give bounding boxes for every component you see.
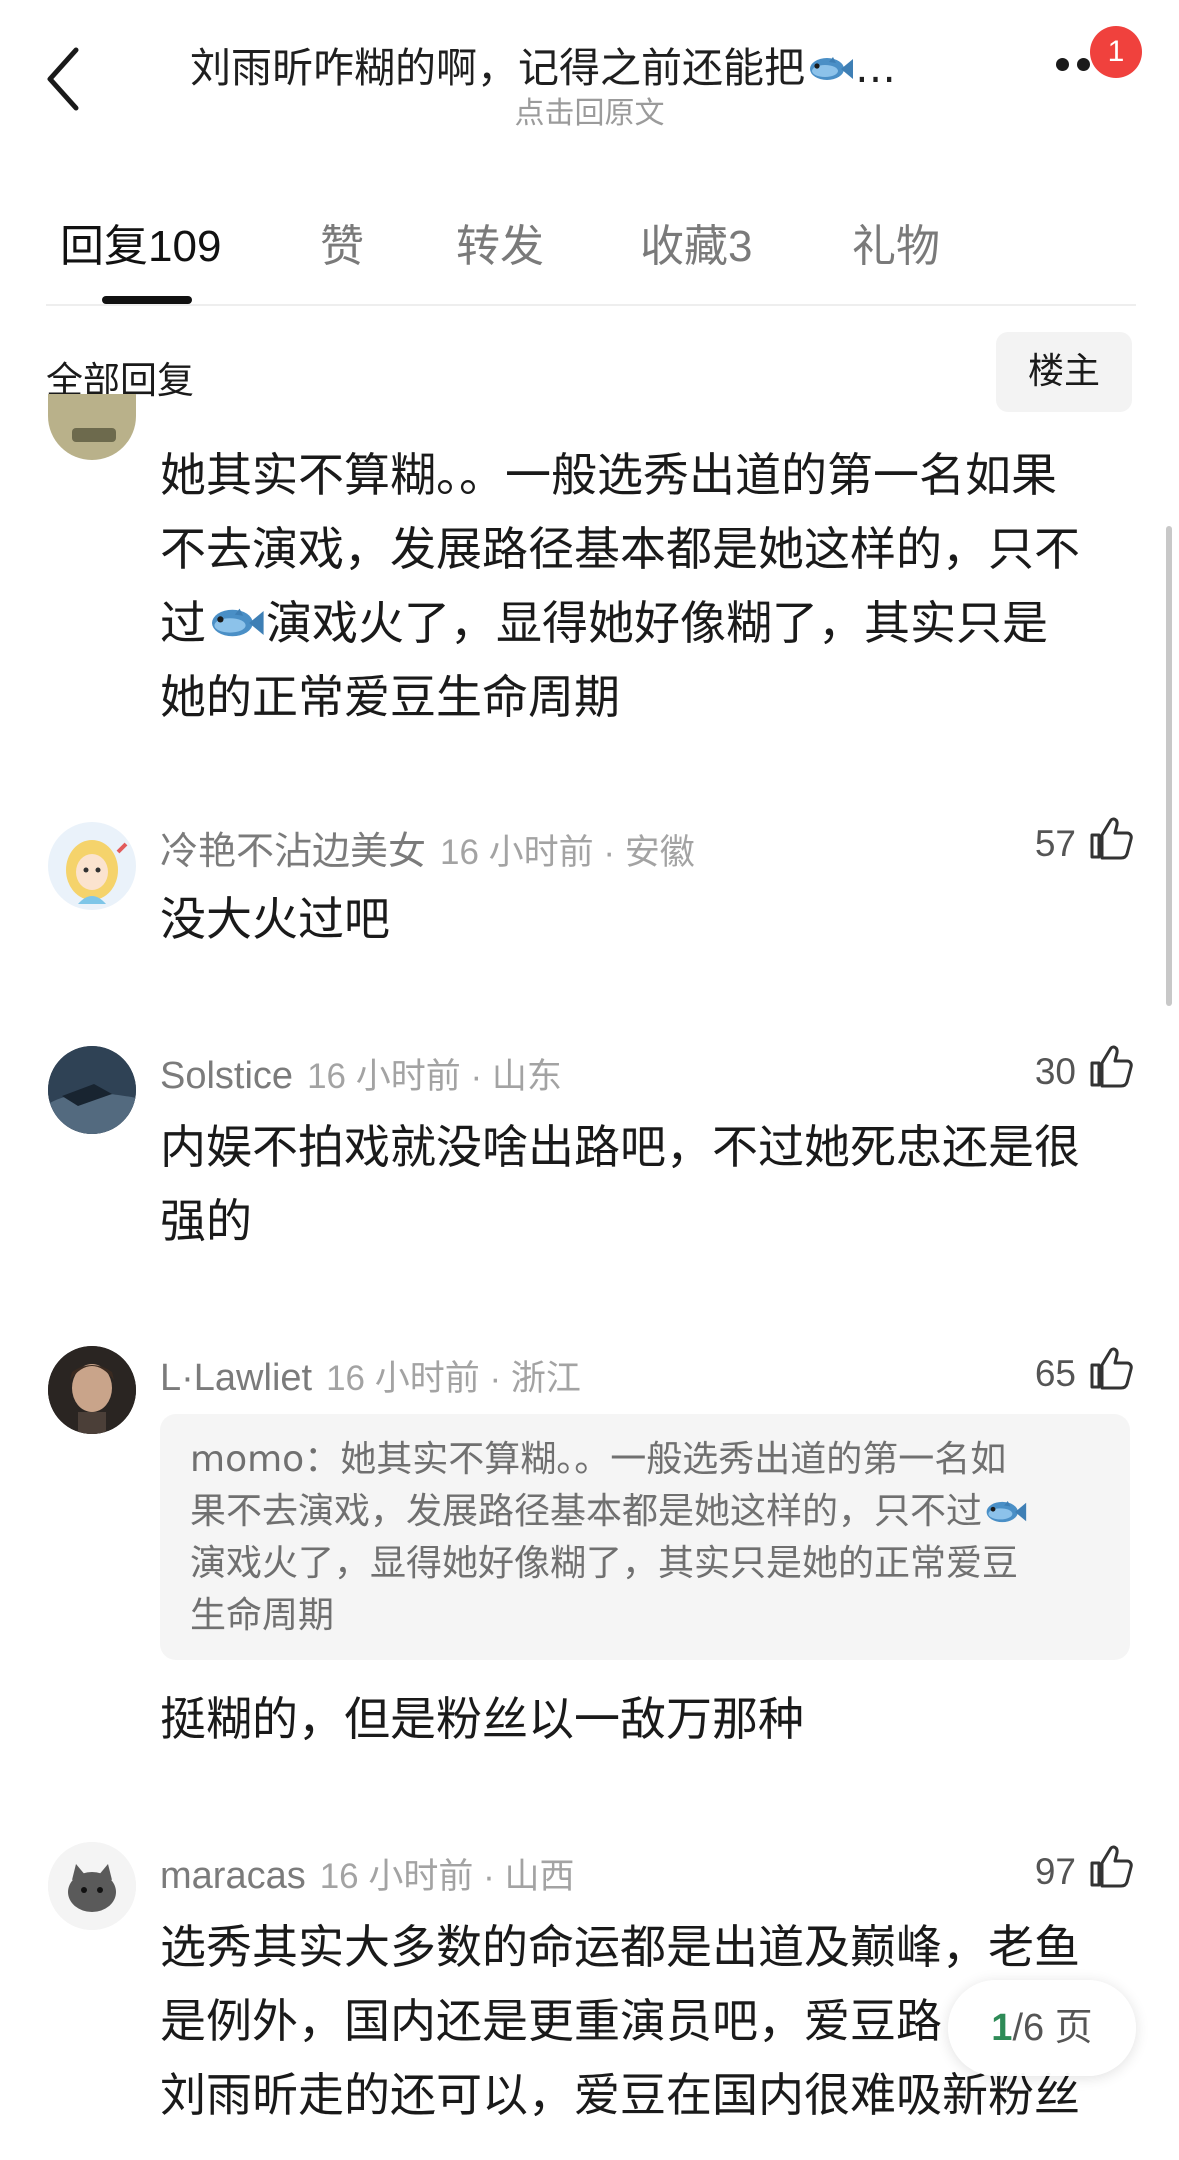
username[interactable]: 冷艳不沾边美女	[160, 829, 426, 873]
comment-line: 她的正常爱豆生命周期	[160, 670, 620, 724]
quoted-comment-text: momo：她其实不算糊。。一般选秀出道的第一名如 果不去演戏，发展路径基本都是她…	[190, 1434, 1090, 1642]
quote-line: 演戏火了，显得她好像糊了，其实只是她的正常爱豆	[190, 1543, 1019, 1584]
total-pages: /6 页	[1012, 2007, 1093, 2049]
tab-likes[interactable]: 赞	[320, 210, 364, 274]
avatar-image	[48, 1842, 136, 1930]
tab-gifts[interactable]: 礼物	[852, 210, 940, 274]
quote-line-part: 果不去演戏，发展路径基本都是她这样的，只不过	[190, 1491, 983, 1532]
comment-meta: L·Lawliet 16 小时前 · 浙江	[160, 1350, 581, 1401]
avatar[interactable]	[48, 822, 136, 910]
avatar-image	[48, 1046, 136, 1134]
comment-text: 她其实不算糊。。一般选秀出道的第一名如果 不去演戏，发展路径基本都是她这样的，只…	[160, 438, 1120, 734]
thumbs-up-icon	[1090, 1347, 1133, 1390]
avatar[interactable]	[48, 1046, 136, 1134]
comment-meta: 冷艳不沾边美女 16 小时前 · 安徽	[160, 820, 695, 875]
like-button[interactable]: 57	[1014, 816, 1134, 866]
like-button[interactable]: 65	[1014, 1346, 1134, 1396]
comment-line: 选秀其实大多数的命运都是出道及巅峰，老鱼	[160, 1920, 1080, 1974]
username[interactable]: maracas	[160, 1855, 306, 1897]
tab-label: 赞	[320, 221, 364, 272]
thumbs-up-icon	[1090, 1045, 1133, 1088]
tab-label: 回复	[60, 221, 148, 272]
avatar[interactable]	[48, 1346, 136, 1434]
quote-line: 果不去演戏，发展路径基本都是她这样的，只不过	[190, 1486, 1090, 1538]
avatar[interactable]	[48, 1842, 136, 1930]
like-count: 65	[1034, 1353, 1076, 1394]
fish-emoji-icon	[212, 608, 264, 637]
quote-line: 生命周期	[190, 1595, 335, 1636]
fish-emoji-icon	[986, 1500, 1027, 1523]
avatar-image	[48, 1346, 136, 1434]
comment-line: 过 演戏火了，显得她好像糊了，其实只是	[160, 586, 1120, 660]
tab-bar: 回复109 赞 转发 收藏3 礼物	[0, 210, 1179, 280]
like-count: 57	[1034, 823, 1076, 864]
comment-line: 她其实不算糊。。一般选秀出道的第一名如果	[160, 448, 1057, 502]
tab-count: 3	[728, 222, 753, 271]
comment-line: 没大火过吧	[160, 892, 390, 946]
like-button[interactable]: 97	[1014, 1844, 1134, 1894]
active-tab-indicator	[102, 296, 192, 304]
notification-badge: 1	[1090, 26, 1142, 78]
comment-time-location: 16 小时前 · 山东	[307, 1057, 562, 1096]
tab-label: 礼物	[852, 221, 940, 272]
current-page: 1	[991, 2007, 1013, 2049]
page-indicator[interactable]: 1/6 页	[948, 1980, 1136, 2076]
tab-favorites[interactable]: 收藏3	[640, 210, 752, 274]
username[interactable]: L·Lawliet	[160, 1357, 312, 1399]
comment-line-part: 过	[160, 596, 206, 650]
comment-time-location: 16 小时前 · 浙江	[326, 1359, 581, 1398]
like-count: 30	[1034, 1051, 1076, 1092]
post-title-ellipsis: …	[855, 44, 896, 92]
back-to-original-link[interactable]: 点击回原文	[0, 88, 1179, 132]
comment-time-location: 16 小时前 · 安徽	[440, 833, 695, 872]
comment-text: 没大火过吧	[160, 882, 1120, 956]
comment-text: 挺糊的，但是粉丝以一敌万那种	[160, 1682, 1120, 1756]
like-button[interactable]: 30	[1014, 1044, 1134, 1094]
op-only-button[interactable]: 楼主	[996, 332, 1132, 412]
comment-line: 强的	[160, 1194, 252, 1248]
comment-meta: maracas 16 小时前 · 山西	[160, 1848, 574, 1899]
avatar-image	[66, 840, 128, 904]
tab-label: 收藏	[640, 221, 728, 272]
tab-count: 109	[148, 222, 222, 271]
thumbs-up-icon	[1090, 817, 1133, 860]
like-count: 97	[1034, 1851, 1076, 1892]
fish-emoji-icon	[810, 57, 853, 80]
tab-replies[interactable]: 回复109	[60, 210, 221, 274]
thumbs-up-icon	[1090, 1845, 1133, 1888]
post-title[interactable]: 刘雨昕咋糊的啊，记得之前还能把 …	[190, 34, 990, 94]
comment-line-part: 演戏火了，显得她好像糊了，其实只是	[266, 596, 1048, 650]
comment-time-location: 16 小时前 · 山西	[319, 1857, 575, 1896]
comment-meta: Solstice 16 小时前 · 山东	[160, 1048, 562, 1099]
tab-reposts[interactable]: 转发	[456, 210, 544, 274]
comment-text: 内娱不拍戏就没啥出路吧，不过她死忠还是很 强的	[160, 1110, 1120, 1258]
comment-line: 内娱不拍戏就没啥出路吧，不过她死忠还是很	[160, 1120, 1080, 1174]
divider	[46, 304, 1136, 306]
tab-label: 转发	[456, 221, 544, 272]
quote-line: momo：她其实不算糊。。一般选秀出道的第一名如	[190, 1439, 1007, 1480]
comment-line: 挺糊的，但是粉丝以一敌万那种	[160, 1692, 804, 1746]
username[interactable]: Solstice	[160, 1055, 293, 1097]
post-title-text: 刘雨昕咋糊的啊，记得之前还能把	[190, 44, 805, 92]
avatar[interactable]	[48, 394, 136, 460]
scrollbar[interactable]	[1166, 526, 1172, 1006]
comment-line: 不去演戏，发展路径基本都是她这样的，只不	[160, 522, 1080, 576]
